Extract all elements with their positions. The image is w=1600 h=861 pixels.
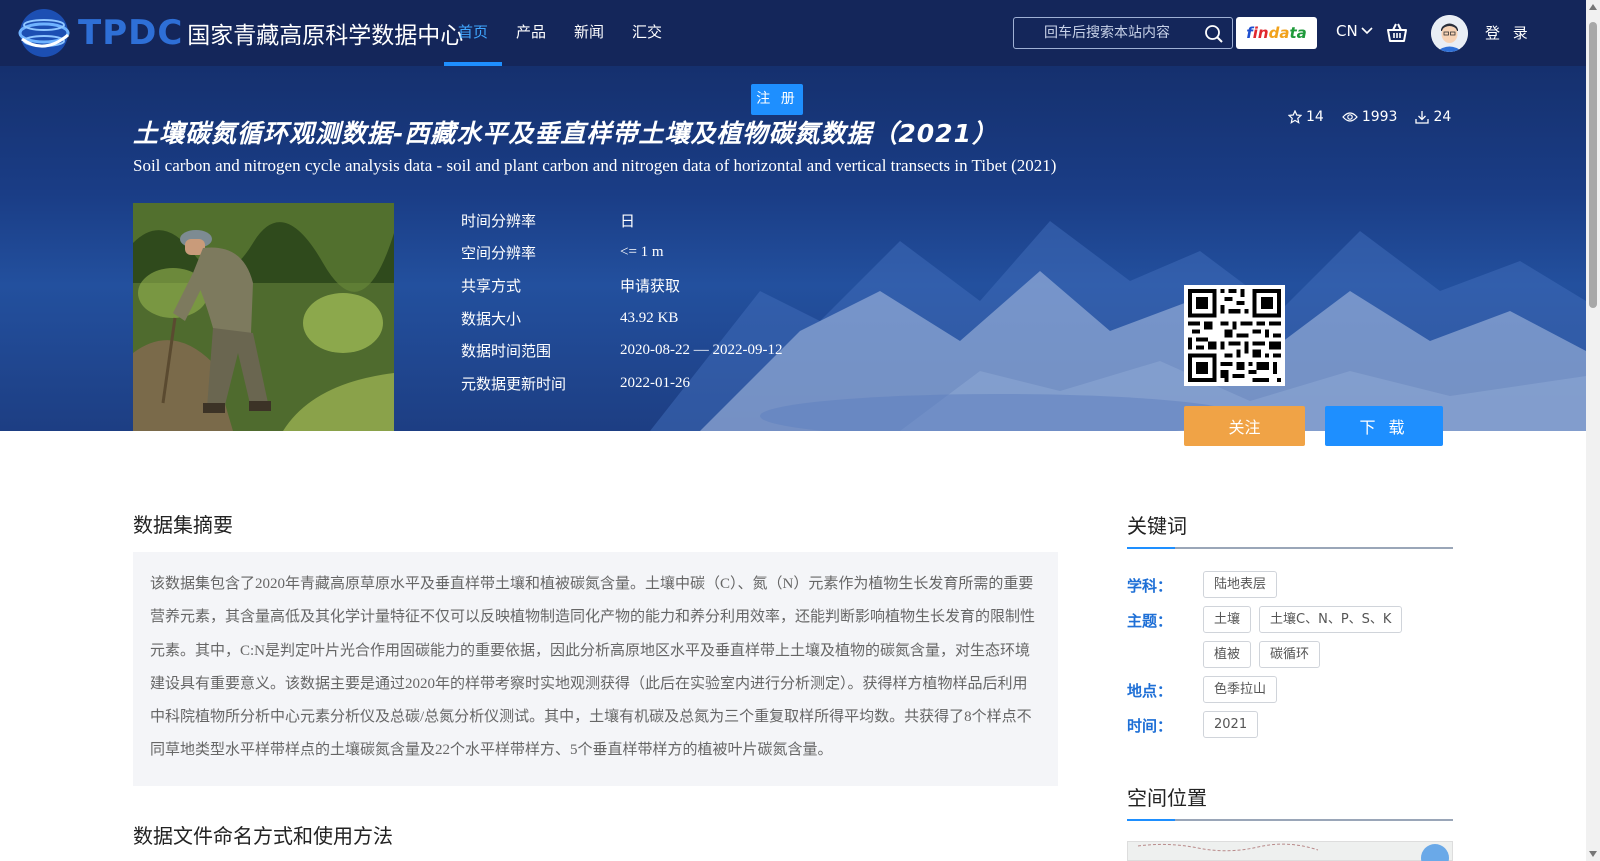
language-switcher[interactable]: CN	[1336, 22, 1373, 40]
eye-icon	[1342, 112, 1358, 122]
keyword-group-label: 时间：	[1127, 717, 1173, 735]
meta-row-time-resolution: 时间分辨率 日	[461, 204, 782, 237]
star-icon	[1288, 110, 1302, 124]
meta-row-data-size: 数据大小 43.92 KB	[461, 302, 782, 335]
download-button[interactable]: 下 载	[1325, 406, 1443, 446]
meta-value: <= 1 m	[620, 244, 664, 261]
keyword-group-label: 地点：	[1127, 682, 1173, 700]
meta-row-sharing-mode: 共享方式 申请获取	[461, 269, 782, 302]
keyword-group-label: 主题：	[1127, 612, 1173, 630]
keyword-tag[interactable]: 土壤	[1203, 606, 1252, 633]
cart-icon[interactable]	[1385, 21, 1409, 45]
download-icon	[1415, 111, 1430, 124]
meta-row-spatial-resolution: 空间分辨率 <= 1 m	[461, 237, 782, 270]
keyword-tags: 土壤 土壤C、N、P、S、K 植被 碳循环	[1203, 606, 1453, 676]
map-preview	[1137, 843, 1449, 861]
keyword-tag[interactable]: 陆地表层	[1203, 571, 1278, 598]
qr-code	[1184, 285, 1285, 386]
findata-text-4: ta	[1289, 24, 1307, 42]
keyword-group-theme: 主题： 土壤 土壤C、N、P、S、K 植被 碳循环	[1127, 606, 1453, 676]
meta-label: 空间分辨率	[461, 244, 537, 263]
globe-logo-icon	[18, 9, 70, 57]
meta-label: 数据时间范围	[461, 342, 552, 361]
qr-code-icon	[1184, 285, 1285, 386]
dataset-stats: 14 1993 24	[1288, 109, 1451, 125]
findata-text-3: da	[1268, 24, 1290, 42]
dataset-metadata: 时间分辨率 日 空间分辨率 <= 1 m 共享方式 申请获取 数据大小 43.9…	[461, 204, 782, 400]
search-input[interactable]	[1014, 18, 1194, 48]
keyword-tags: 2021	[1203, 711, 1453, 746]
keyword-tag[interactable]: 碳循环	[1259, 641, 1321, 668]
meta-value: 日	[620, 213, 636, 230]
summary-box: 该数据集包含了2020年青藏高原草原水平及垂直样带土壤和植被碳氮含量。土壤中碳（…	[133, 552, 1058, 786]
top-nav-bar: TPDC 国家青藏高原科学数据中心 首页 产品 新闻 汇交 findata CN	[0, 0, 1586, 66]
keyword-tag[interactable]: 2021	[1203, 711, 1259, 738]
user-avatar-icon	[1431, 15, 1468, 52]
field-worker-photo	[133, 203, 394, 431]
follow-button[interactable]: 关注	[1184, 406, 1305, 446]
keyword-tag[interactable]: 土壤C、N、P、S、K	[1259, 606, 1403, 633]
keyword-group-time: 时间： 2021	[1127, 711, 1453, 746]
location-map[interactable]	[1127, 841, 1453, 861]
chevron-down-icon	[1361, 27, 1373, 35]
keyword-tag[interactable]: 植被	[1203, 641, 1252, 668]
search-box	[1013, 17, 1233, 49]
downloads-stat: 24	[1415, 109, 1451, 125]
logo-text-en: TPDC	[78, 13, 184, 53]
nav-item-products[interactable]: 产品	[502, 0, 560, 66]
keywords-heading: 关键词	[1127, 510, 1453, 549]
avatar[interactable]	[1431, 15, 1468, 52]
meta-label: 元数据更新时间	[461, 374, 567, 393]
meta-label: 时间分辨率	[461, 211, 537, 230]
site-logo[interactable]: TPDC 国家青藏高原科学数据中心	[16, 4, 463, 62]
findata-text-2: in	[1252, 24, 1269, 42]
summary-text: 该数据集包含了2020年青藏高原草原水平及垂直样带土壤和植被碳氮含量。土壤中碳（…	[150, 576, 1036, 759]
search-icon[interactable]	[1204, 24, 1224, 44]
logo-text-cn: 国家青藏高原科学数据中心	[187, 23, 464, 49]
meta-value: 43.92 KB	[620, 309, 679, 326]
file-naming-heading: 数据文件命名方式和使用方法	[133, 824, 393, 848]
keyword-group-place: 地点： 色季拉山	[1127, 676, 1453, 711]
page-scrollbar[interactable]	[1586, 0, 1600, 861]
meta-value: 2020-08-22 — 2022-09-12	[620, 342, 783, 359]
findata-button[interactable]: f in da ta	[1236, 17, 1317, 49]
login-link[interactable]: 登 录	[1485, 22, 1532, 43]
main-nav: 首页 产品 新闻 汇交	[444, 0, 676, 66]
dataset-title-en: Soil carbon and nitrogen cycle analysis …	[133, 156, 1057, 175]
keyword-tags: 陆地表层	[1203, 571, 1453, 606]
meta-row-metadata-updated: 元数据更新时间 2022-01-26	[461, 367, 782, 400]
scroll-down-arrow-icon[interactable]	[1589, 851, 1597, 857]
favorites-count: 14	[1306, 109, 1324, 125]
location-heading: 空间位置	[1127, 782, 1453, 821]
nav-item-submit[interactable]: 汇交	[618, 0, 676, 66]
keyword-group-discipline: 学科： 陆地表层	[1127, 571, 1453, 606]
views-stat: 1993	[1342, 109, 1398, 125]
meta-row-time-range: 数据时间范围 2020-08-22 — 2022-09-12	[461, 334, 782, 367]
dataset-title-cn: 土壤碳氮循环观测数据-西藏水平及垂直样带土壤及植物碳氮数据（2021）	[133, 119, 998, 148]
views-count: 1993	[1361, 109, 1398, 125]
dataset-thumbnail[interactable]	[133, 203, 394, 431]
keywords-panel: 关键词 学科： 陆地表层 主题： 土壤 土壤C、N、P、S、K 植被 碳循环 地…	[1127, 510, 1453, 821]
language-label: CN	[1336, 22, 1358, 40]
meta-label: 共享方式	[461, 276, 522, 295]
register-button[interactable]: 注 册	[751, 84, 803, 115]
scroll-thumb[interactable]	[1589, 22, 1597, 308]
meta-value: 申请获取	[620, 278, 681, 295]
keyword-tag[interactable]: 色季拉山	[1203, 676, 1278, 703]
nav-item-news[interactable]: 新闻	[560, 0, 618, 66]
downloads-count: 24	[1433, 109, 1452, 125]
meta-label: 数据大小	[461, 309, 522, 328]
keyword-group-label: 学科：	[1127, 577, 1173, 595]
scroll-up-arrow-icon[interactable]	[1589, 4, 1597, 10]
keyword-tags: 色季拉山	[1203, 676, 1453, 711]
summary-heading: 数据集摘要	[133, 513, 233, 537]
meta-value: 2022-01-26	[620, 374, 690, 391]
nav-item-home[interactable]: 首页	[444, 0, 503, 66]
favorites-stat[interactable]: 14	[1288, 109, 1324, 125]
